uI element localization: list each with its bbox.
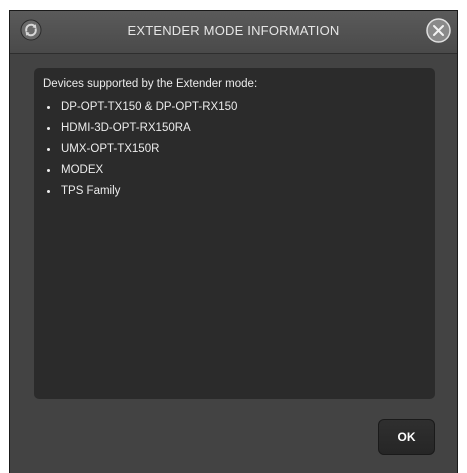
ok-button[interactable]: OK bbox=[378, 419, 435, 455]
close-icon[interactable] bbox=[426, 18, 451, 43]
intro-text: Devices supported by the Extender mode: bbox=[43, 78, 258, 90]
list-item: UMX-OPT-TX150R bbox=[43, 139, 426, 160]
dialog-title: EXTENDER MODE INFORMATION bbox=[127, 23, 340, 38]
device-list: DP-OPT-TX150 & DP-OPT-RX150 HDMI-3D-OPT-… bbox=[43, 97, 426, 202]
list-item: DP-OPT-TX150 & DP-OPT-RX150 bbox=[43, 97, 426, 118]
list-item: TPS Family bbox=[43, 181, 426, 202]
extender-mode-dialog: EXTENDER MODE INFORMATION Devices suppor… bbox=[9, 10, 458, 473]
dialog-titlebar: EXTENDER MODE INFORMATION bbox=[10, 11, 457, 54]
info-panel: Devices supported by the Extender mode: … bbox=[34, 68, 435, 399]
list-item: HDMI-3D-OPT-RX150RA bbox=[43, 118, 426, 139]
list-item: MODEX bbox=[43, 160, 426, 181]
